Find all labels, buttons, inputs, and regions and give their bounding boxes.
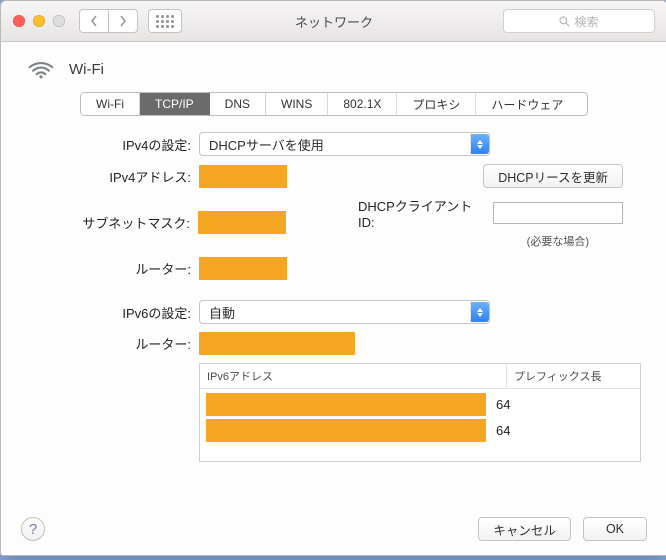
- ipv6-table-col-address: IPv6アドレス: [200, 364, 507, 388]
- window-title: ネットワーク: [1, 12, 666, 31]
- tab-bar: Wi-FiTCP/IPDNSWINS802.1Xプロキシハードウェア: [80, 92, 588, 116]
- ipv6-config-label: IPv6の設定:: [45, 303, 199, 322]
- ipv4-config-label: IPv4の設定:: [45, 135, 199, 154]
- help-button[interactable]: ?: [21, 517, 45, 541]
- subnet-value: IPv4アドレス: [198, 211, 286, 234]
- ipv6-address-table: IPv6アドレス プレフィックス長 IPv6アドレス 64 IPv6アドレス 64: [199, 363, 641, 462]
- preferences-window: ネットワーク 検索 Wi-Fi Wi-FiTCP/IPDNSWINS802.1X…: [0, 0, 666, 556]
- interface-header: Wi-Fi: [27, 58, 647, 80]
- dhcp-client-id-input[interactable]: [493, 202, 623, 224]
- ipv6-table-row[interactable]: IPv6アドレス 64: [206, 393, 634, 416]
- tab-wifi[interactable]: Wi-Fi: [81, 93, 140, 115]
- interface-name: Wi-Fi: [69, 61, 104, 78]
- updown-icon: [470, 302, 489, 322]
- footer-bar: ? キャンセル OK: [21, 517, 647, 541]
- subnet-label: サブネットマスク:: [45, 213, 198, 232]
- tab-tcpip[interactable]: TCP/IP: [140, 93, 210, 115]
- tab-[interactable]: プロキシ: [397, 93, 476, 115]
- ipv6-config-select[interactable]: 自動: [199, 300, 490, 324]
- ipv6-prefix-value: 64: [496, 397, 510, 412]
- dhcp-client-id-label: DHCPクライアントID:: [358, 196, 487, 230]
- tab-dns[interactable]: DNS: [210, 93, 266, 115]
- dhcp-renew-button[interactable]: DHCPリースを更新: [483, 164, 623, 188]
- ipv4-config-select[interactable]: DHCPサーバを使用: [199, 132, 490, 156]
- updown-icon: [470, 134, 489, 154]
- ipv4-router-value: IPv4アドレス: [199, 257, 287, 280]
- titlebar: ネットワーク 検索: [1, 1, 666, 42]
- ok-button[interactable]: OK: [583, 517, 647, 541]
- tab-wins[interactable]: WINS: [266, 93, 328, 115]
- ipv4-config-value: DHCPサーバを使用: [209, 135, 324, 154]
- ipv6-router-value: IPv6アドレス: [199, 332, 355, 355]
- ipv4-router-label: ルーター:: [45, 259, 199, 278]
- tcpip-form: IPv4の設定: DHCPサーバを使用 IPv4アドレス: IPv4アドレス D…: [21, 132, 647, 462]
- ipv4-address-value: IPv4アドレス: [199, 165, 287, 188]
- ipv6-prefix-value: 64: [496, 423, 510, 438]
- ipv6-router-label: ルーター:: [45, 334, 199, 353]
- ipv4-address-label: IPv4アドレス:: [45, 167, 199, 186]
- page-content: Wi-Fi Wi-FiTCP/IPDNSWINS802.1Xプロキシハードウェア…: [1, 42, 666, 462]
- wifi-icon: [27, 58, 55, 80]
- ipv6-address-value: IPv6アドレス: [206, 393, 486, 416]
- ipv6-config-value: 自動: [209, 303, 235, 322]
- cancel-button[interactable]: キャンセル: [478, 517, 571, 541]
- dhcp-client-id-hint: (必要な場合): [527, 233, 589, 249]
- ipv6-address-value: IPv6アドレス: [206, 419, 486, 442]
- tab-[interactable]: ハードウェア: [476, 93, 578, 115]
- ipv6-table-row[interactable]: IPv6アドレス 64: [206, 419, 634, 442]
- tab-8021x[interactable]: 802.1X: [328, 93, 397, 115]
- ipv6-table-col-prefix: プレフィックス長: [507, 364, 608, 388]
